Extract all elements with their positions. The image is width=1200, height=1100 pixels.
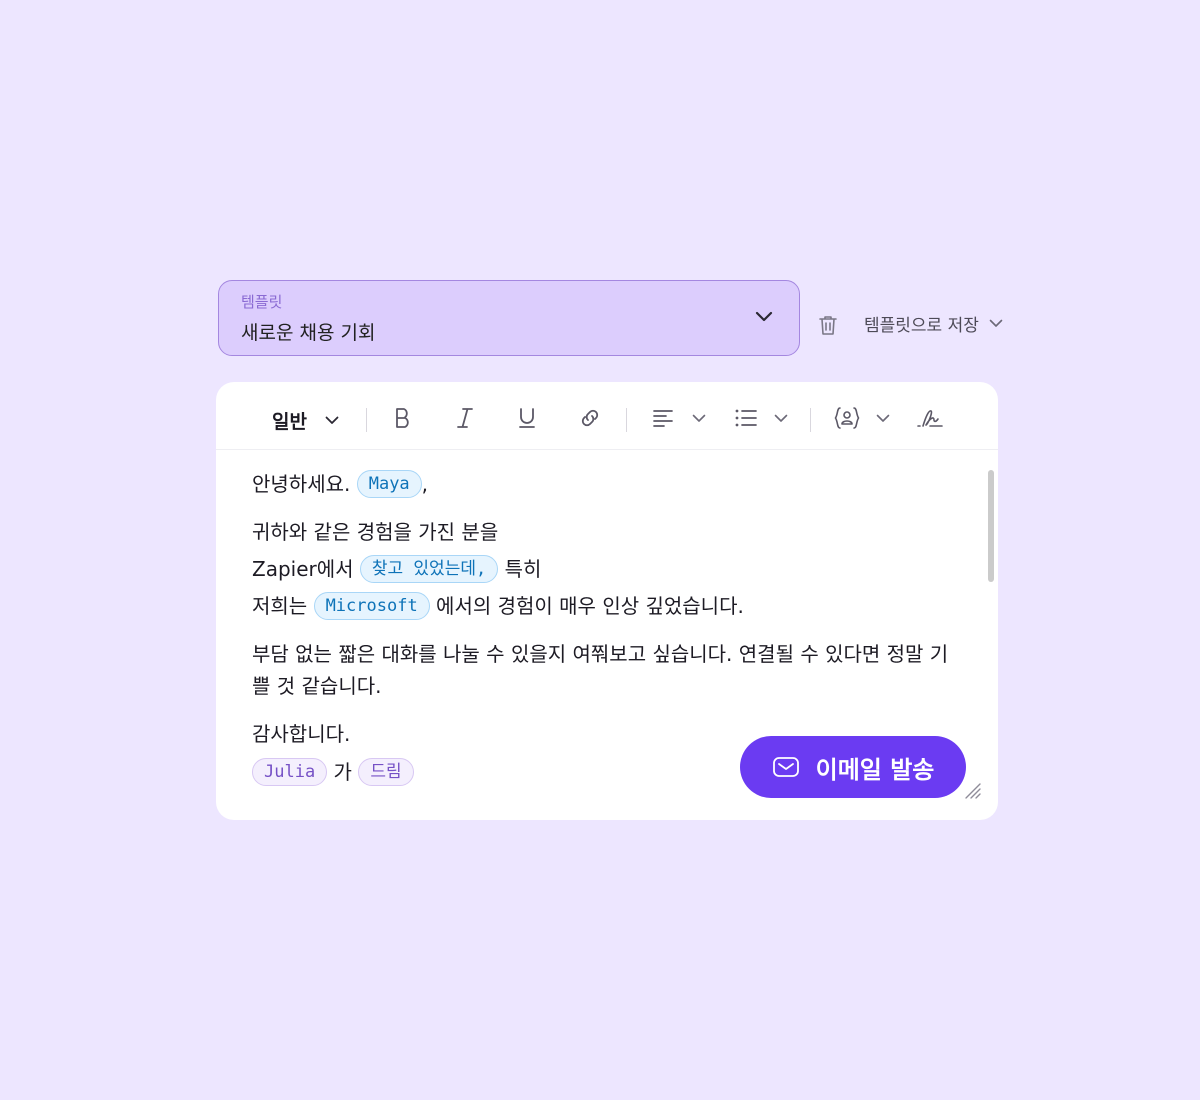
- toolbar-divider: [626, 408, 627, 432]
- text-style-dropdown[interactable]: 일반: [272, 407, 339, 434]
- align-left-icon[interactable]: [652, 406, 674, 430]
- greeting-comma: ,: [421, 472, 429, 496]
- chevron-down-icon: [755, 311, 773, 322]
- body-line: Zapier에서 찾고 있었는데, 특히: [252, 553, 972, 585]
- sender-particle: 가: [333, 760, 352, 784]
- body-text: Zapier에서: [252, 557, 354, 581]
- chevron-down-icon[interactable]: [774, 414, 788, 423]
- body-text: 부담 없는 짧은 대화를 나눌 수 있을지 여쭤보고 싶습니다. 연결될 수 있…: [252, 642, 949, 666]
- greeting-line: 안녕하세요. Maya,: [252, 468, 972, 500]
- recipient-variable-chip[interactable]: Maya: [356, 469, 422, 498]
- chevron-down-icon: [989, 319, 1003, 327]
- template-select[interactable]: 템플릿 새로운 채용 기회: [218, 280, 800, 356]
- chevron-down-icon[interactable]: [692, 414, 706, 423]
- body-line: 저희는 Microsoft 에서의 경험이 매우 인상 깊었습니다.: [252, 590, 972, 622]
- toolbar-divider: [810, 408, 811, 432]
- formatting-toolbar: 일반: [216, 382, 998, 450]
- mail-icon: [772, 757, 799, 777]
- body-line: 쁠 것 같습니다.: [252, 670, 972, 702]
- signature-icon[interactable]: [916, 406, 944, 430]
- variable-icon[interactable]: [834, 406, 860, 430]
- body-text: 특히: [504, 557, 542, 581]
- greeting-text: 안녕하세요.: [252, 472, 351, 496]
- email-editor: 일반 안녕하세요. Maya , 귀하와 같은 경험을 가진 분을 Zapier…: [216, 382, 998, 820]
- body-text: 저희는: [252, 594, 308, 618]
- chevron-down-icon: [325, 416, 339, 424]
- ai-variable-chip[interactable]: 찾고 있었는데,: [359, 554, 499, 583]
- save-as-template-button[interactable]: 템플릿으로 저장: [864, 311, 1003, 336]
- bold-icon[interactable]: [392, 406, 414, 430]
- scrollbar[interactable]: [988, 470, 994, 582]
- save-as-template-label: 템플릿으로 저장: [864, 316, 979, 336]
- italic-icon[interactable]: [454, 406, 476, 430]
- company-variable-chip[interactable]: Microsoft: [313, 591, 430, 620]
- trash-icon[interactable]: [816, 313, 840, 337]
- toolbar-divider: [366, 408, 367, 432]
- send-email-label: 이메일 발송: [815, 755, 935, 784]
- text-style-label: 일반: [272, 411, 307, 433]
- underline-icon[interactable]: [516, 406, 538, 430]
- body-text: 쁠 것 같습니다.: [252, 674, 382, 698]
- resize-handle-icon[interactable]: [964, 782, 982, 800]
- link-icon[interactable]: [578, 406, 602, 430]
- body-line: 부담 없는 짧은 대화를 나눌 수 있을지 여쭤보고 싶습니다. 연결될 수 있…: [252, 638, 972, 670]
- body-text: 귀하와 같은 경험을 가진 분을: [252, 520, 499, 544]
- closing-text: 감사합니다.: [252, 722, 351, 746]
- send-email-button[interactable]: 이메일 발송: [740, 736, 966, 798]
- sender-variable-chip[interactable]: Julia: [252, 757, 328, 786]
- template-select-value: 새로운 채용 기회: [241, 322, 376, 344]
- list-icon[interactable]: [734, 406, 758, 430]
- chevron-down-icon[interactable]: [876, 414, 890, 423]
- body-line: 귀하와 같은 경험을 가진 분을: [252, 516, 972, 548]
- template-select-label: 템플릿: [241, 293, 283, 311]
- sign-off-variable-chip[interactable]: 드림: [358, 757, 414, 786]
- body-text: 에서의 경험이 매우 인상 깊었습니다.: [436, 594, 744, 618]
